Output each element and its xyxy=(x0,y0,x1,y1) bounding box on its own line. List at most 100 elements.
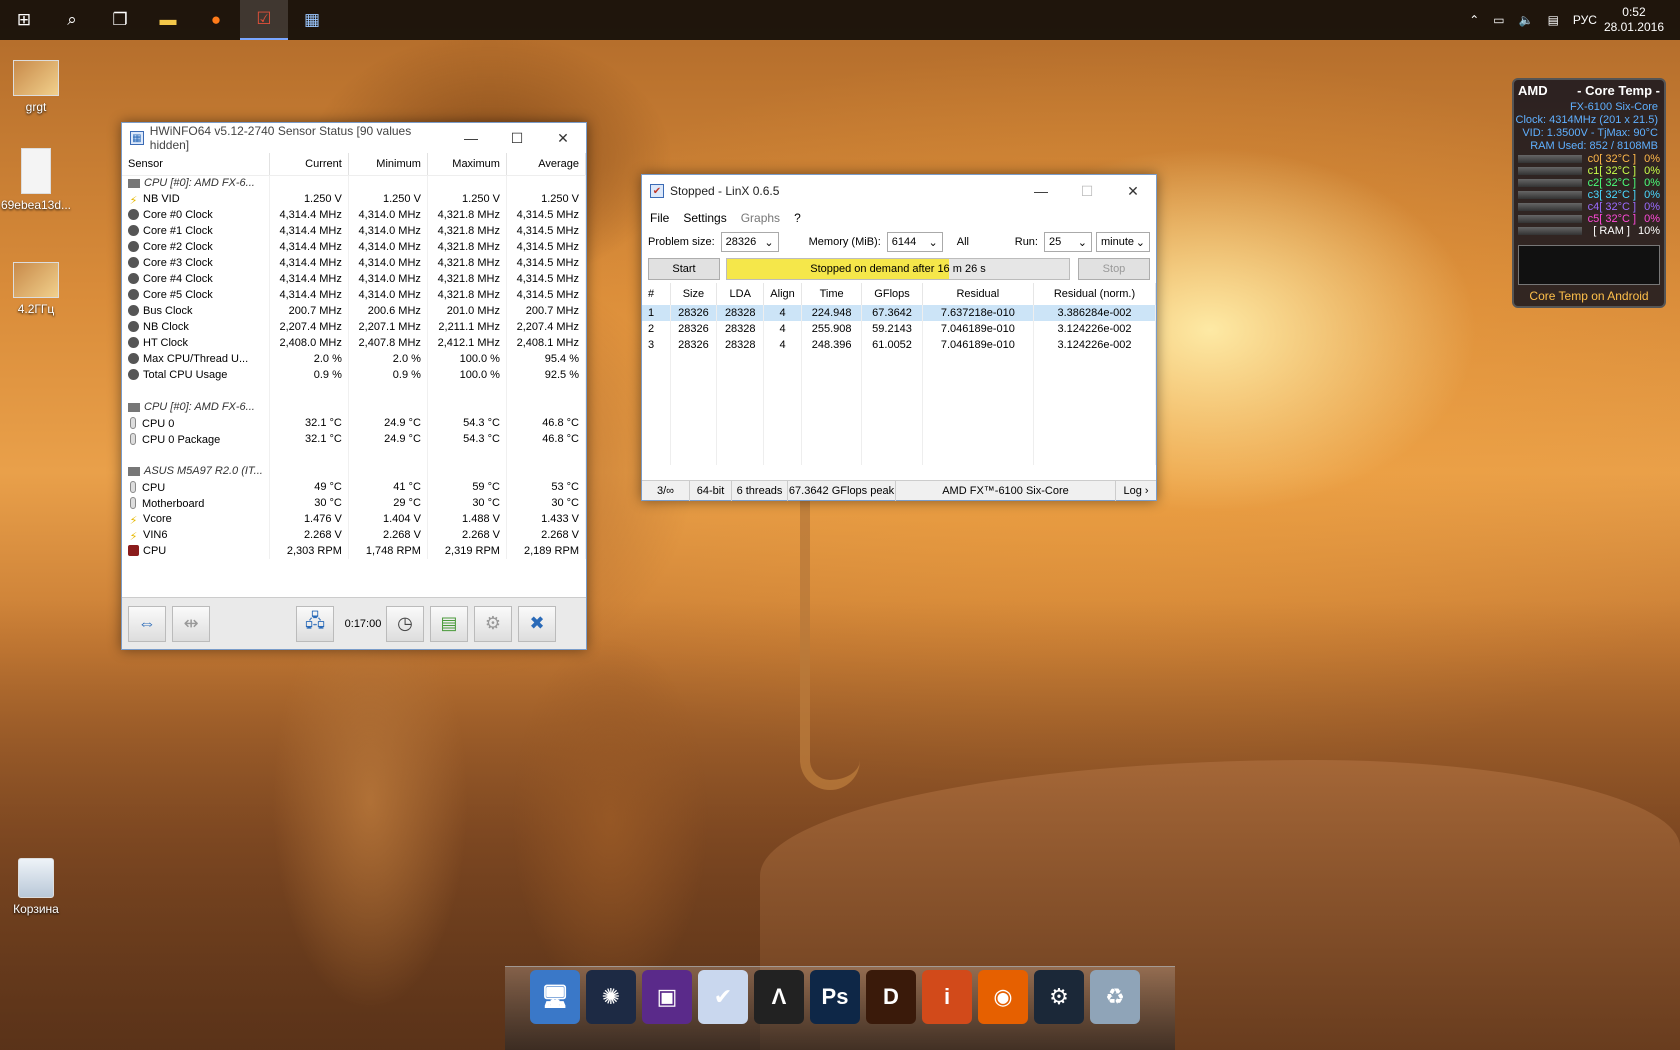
column-header[interactable]: LDA xyxy=(716,283,765,305)
problem-size-select[interactable]: 28326 ⌄ xyxy=(720,232,779,252)
linx-icon[interactable]: ☑ xyxy=(240,0,288,40)
task-view-icon[interactable]: ❐ xyxy=(96,0,144,40)
assassins-creed-icon[interactable]: Λ xyxy=(754,970,804,1024)
hwinfo-icon[interactable]: ▦ xyxy=(288,0,336,40)
info-icon[interactable]: i xyxy=(922,970,972,1024)
sensor-row[interactable]: Core #1 Clock 4,314.4 MHz 4,314.0 MHz 4,321… xyxy=(122,223,587,239)
sensor-row[interactable]: NB Clock 2,207.4 MHz 2,207.1 MHz 2,211.1 MH… xyxy=(122,319,587,335)
cell-text: 201.0 MHz xyxy=(446,305,500,317)
menu-help[interactable]: ? xyxy=(794,211,801,225)
logging-icon[interactable]: ▤ xyxy=(430,605,468,642)
linx-dock-icon[interactable]: ✔ xyxy=(698,970,748,1024)
sensor-row[interactable]: CPU 2,303 RPM 1,748 RPM 2,319 RPM 2,189 RPM xyxy=(122,543,587,559)
column-header[interactable]: Time xyxy=(801,283,863,305)
column-header[interactable]: Size xyxy=(670,283,718,305)
column-header[interactable]: # xyxy=(642,283,671,305)
maximize-button[interactable]: ☐ xyxy=(494,123,540,153)
result-row[interactable]: 3 28326 28328 4 248.396 61.0052 7.046189e-010 3… xyxy=(642,337,1157,353)
linx-titlebar[interactable]: ✔ Stopped - LinX 0.6.5 — ☐ ✕ xyxy=(642,175,1156,207)
firefox-dock-icon[interactable]: ◉ xyxy=(978,970,1028,1024)
sensor-row[interactable]: Motherboard 30 °C 29 °C 30 °C 30 °C xyxy=(122,495,587,511)
desktop-icon-recycle-bin[interactable]: Корзина xyxy=(0,858,72,916)
network-icon[interactable]: ▭ xyxy=(1493,13,1504,27)
battlenet-icon[interactable]: ✺ xyxy=(586,970,636,1024)
column-header[interactable]: Residual (norm.) xyxy=(1033,283,1157,305)
result-row[interactable]: 1 28326 28328 4 224.948 67.3642 7.637218e-010 3… xyxy=(642,305,1157,321)
sensor-row[interactable]: CPU 49 °C 41 °C 59 °C 53 °C xyxy=(122,479,587,495)
sensor-row[interactable]: Core #0 Clock 4,314.4 MHz 4,314.0 MHz 4,321… xyxy=(122,207,587,223)
column-header[interactable]: Average xyxy=(506,153,587,176)
memory-select[interactable]: 6144 ⌄ xyxy=(886,232,943,252)
windows-start-icon[interactable]: ⊞ xyxy=(0,0,48,40)
column-header[interactable]: GFlops xyxy=(861,283,923,305)
maximize-button[interactable]: ☐ xyxy=(1064,176,1110,206)
notification-icon[interactable]: ▤ xyxy=(1548,13,1559,27)
coretemp-gadget[interactable]: AMD - Core Temp - FX-6100 Six-Core Clock… xyxy=(1512,78,1666,308)
sensor-name: Motherboard xyxy=(122,495,270,511)
sensor-group-row[interactable]: CPU [#0]: AMD FX-6... xyxy=(122,175,587,191)
sensor-row[interactable]: Core #2 Clock 4,314.4 MHz 4,314.0 MHz 4,321… xyxy=(122,239,587,255)
run-unit-select[interactable]: minute ⌄ xyxy=(1096,232,1150,252)
sensor-row[interactable]: ⚡ Vcore 1.476 V 1.404 V 1.488 V 1.433 V xyxy=(122,511,587,527)
menu-settings[interactable]: Settings xyxy=(683,211,726,225)
recycle-bin-dock-icon[interactable]: ♻ xyxy=(1090,970,1140,1024)
clock[interactable]: 0:52 28.01.2016 xyxy=(1604,5,1664,35)
sensor-row[interactable]: CPU 0 Package 32.1 °C 24.9 °C 54.3 °C 46.8 °… xyxy=(122,431,587,447)
desktop-icon-file[interactable]: 69ebea13d... xyxy=(0,148,72,212)
result-row[interactable]: 2 28326 28328 4 255.908 59.2143 7.046189e-010 3… xyxy=(642,321,1157,337)
desktop-icon-grgt[interactable]: grgt xyxy=(0,60,72,114)
sensor-row[interactable]: ⚡ NB VID 1.250 V 1.250 V 1.250 V 1.250 V xyxy=(122,191,587,207)
coretemp-cpu: FX-6100 Six-Core xyxy=(1569,101,1658,113)
hwinfo-titlebar[interactable]: ▦ HWiNFO64 v5.12-2740 Sensor Status [90 … xyxy=(122,123,586,153)
stop-button[interactable]: Stop xyxy=(1078,258,1150,280)
menu-graphs[interactable]: Graphs xyxy=(741,211,780,225)
column-header[interactable]: Current xyxy=(269,153,349,176)
sensor-row[interactable]: ⚡ VIN6 2.268 V 2.268 V 2.268 V 2.268 V xyxy=(122,527,587,543)
expand-arrows-icon[interactable]: ⇔ xyxy=(128,605,166,642)
log-button[interactable]: Log › xyxy=(1116,481,1156,501)
result-cell: 28326 xyxy=(670,321,718,337)
sensor-group-row[interactable]: CPU [#0]: AMD FX-6... xyxy=(122,399,587,415)
column-header[interactable]: Align xyxy=(763,283,802,305)
run-select[interactable]: 25 ⌄ xyxy=(1044,232,1092,252)
column-header[interactable]: Residual xyxy=(922,283,1034,305)
clock-reset-icon[interactable]: ◷ xyxy=(386,605,424,642)
file-explorer-icon[interactable]: ▬ xyxy=(144,0,192,40)
column-header[interactable]: Minimum xyxy=(348,153,428,176)
sensor-row[interactable]: CPU 0 32.1 °C 24.9 °C 54.3 °C 46.8 °C xyxy=(122,415,587,431)
steam-icon[interactable]: ⚙ xyxy=(1034,970,1084,1024)
sensor-row[interactable]: Core #3 Clock 4,314.4 MHz 4,314.0 MHz 4,321… xyxy=(122,255,587,271)
collapse-arrows-icon[interactable]: ⇹ xyxy=(172,605,210,642)
sensor-row[interactable]: Core #4 Clock 4,314.4 MHz 4,314.0 MHz 4,321… xyxy=(122,271,587,287)
sensor-row[interactable]: HT Clock 2,408.0 MHz 2,407.8 MHz 2,412.1 MH… xyxy=(122,335,587,351)
volume-icon[interactable]: 🔈 xyxy=(1519,13,1534,27)
minimize-button[interactable]: — xyxy=(1018,176,1064,206)
menu-file[interactable]: File xyxy=(650,211,669,225)
sensor-row[interactable]: Total CPU Usage 0.9 % 0.9 % 100.0 % 92.5 % xyxy=(122,367,587,383)
close-button[interactable]: ✕ xyxy=(1110,176,1156,206)
chevron-up-icon[interactable]: ⌃ xyxy=(1469,13,1479,27)
all-button[interactable]: All xyxy=(957,236,969,248)
close-sensors-icon[interactable]: ✖ xyxy=(518,605,556,642)
desktop-icon-4-2ghz[interactable]: 4.2ГГц xyxy=(0,262,72,316)
column-header[interactable]: Sensor xyxy=(122,153,270,176)
close-button[interactable]: ✕ xyxy=(540,123,586,153)
network-monitor-icon[interactable]: 🖧 xyxy=(296,605,334,642)
language-indicator[interactable]: РУС xyxy=(1573,13,1597,27)
start-button[interactable]: Start xyxy=(648,258,720,280)
sensor-row[interactable]: Bus Clock 200.7 MHz 200.6 MHz 201.0 MHz 200.… xyxy=(122,303,587,319)
photoshop-icon[interactable]: Ps xyxy=(810,970,860,1024)
cpuz-icon[interactable]: ▣ xyxy=(642,970,692,1024)
computer-icon[interactable]: 🖥 xyxy=(530,970,580,1024)
column-header[interactable]: Maximum xyxy=(427,153,507,176)
coretemp-footer[interactable]: Core Temp on Android xyxy=(1514,289,1664,303)
sensor-row[interactable]: Core #5 Clock 4,314.4 MHz 4,314.0 MHz 4,321… xyxy=(122,287,587,303)
firefox-icon[interactable]: ● xyxy=(192,0,240,40)
search-icon[interactable]: ⌕ xyxy=(48,0,96,40)
settings-gear-icon[interactable]: ⚙ xyxy=(474,605,512,642)
minimize-button[interactable]: — xyxy=(448,123,494,153)
sensor-group-row[interactable]: ASUS M5A97 R2.0 (IT... xyxy=(122,463,587,479)
diablo-icon[interactable]: D xyxy=(866,970,916,1024)
sensor-row[interactable]: Max CPU/Thread U... 2.0 % 2.0 % 100.0 % 95.4… xyxy=(122,351,587,367)
chevron-down-icon: ⌄ xyxy=(1135,236,1145,249)
